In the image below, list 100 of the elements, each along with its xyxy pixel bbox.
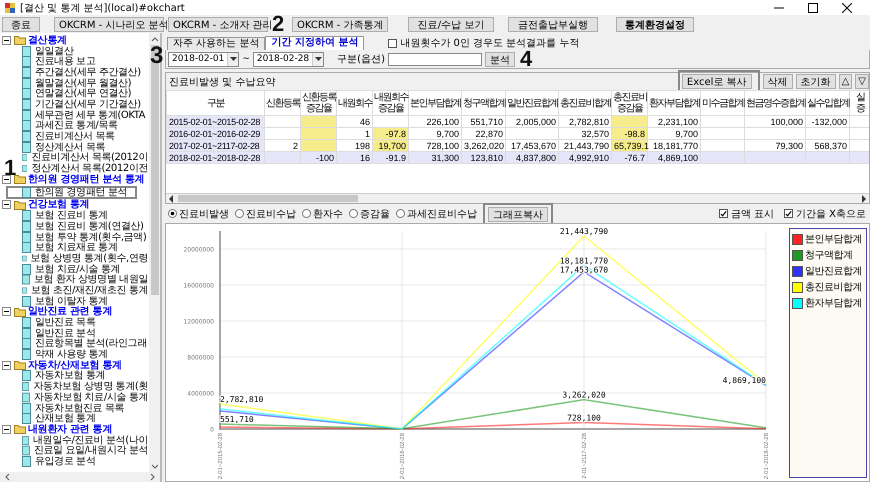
tree-item[interactable]: 보험 치료재료 통계 xyxy=(35,242,118,254)
toolbar-button[interactable]: 진료/수납 보기 xyxy=(408,16,494,32)
tree-item[interactable]: 정산계산서 목록 xyxy=(35,142,105,153)
tree-item[interactable]: 진료일 요일/내원시각 분석 xyxy=(34,445,148,456)
tree-item[interactable]: 월말결산(세무 월결산) xyxy=(35,78,132,89)
column-header[interactable]: 현금영수증합계 xyxy=(744,90,806,116)
radio-button[interactable] xyxy=(168,209,177,218)
column-header[interactable]: 총진료비 증감율 xyxy=(612,90,648,116)
tree-item[interactable]: 자동차보험 상병명 통계(횟 xyxy=(33,381,148,392)
close-icon[interactable] xyxy=(842,2,852,12)
tree-item[interactable]: 진료비계산서 목록(2012이 xyxy=(31,152,148,164)
table-row[interactable]: 2015-02-01~2015-02-28 46 226,100 551,710 2,005,000 2,782,810 2,231,100 100,000 -132,000 xyxy=(166,116,869,128)
tree-group-label[interactable]: 내원환자 관련 통계 xyxy=(28,424,112,435)
tree-item[interactable]: 주간결산(세무 주간결산) xyxy=(35,66,141,78)
collapse-icon[interactable] xyxy=(2,424,11,434)
tree-item[interactable]: 보험 치료/시술 통계 xyxy=(35,264,120,275)
table-row[interactable]: 2018-02-01~2018-02-28 -100 16 -91.9 31,300 123,810 4,837,800 4,992,910 -76.7 4,869,100 xyxy=(166,152,869,164)
column-header[interactable]: 총진료비합계 xyxy=(558,90,612,116)
collapse-icon[interactable] xyxy=(2,360,11,370)
radio-button[interactable] xyxy=(349,209,358,218)
category-input[interactable] xyxy=(388,52,482,66)
tree-item[interactable]: 진료내용 보고 xyxy=(35,56,96,68)
tree-item[interactable]: 보험 상병명 통계(횟수,연령 xyxy=(30,252,148,264)
tree-item[interactable]: 진료비계산서 목록 xyxy=(35,131,115,142)
dropdown-arrow-icon[interactable] xyxy=(314,57,322,61)
date-picker[interactable]: 2018-02-28 xyxy=(252,52,324,66)
dropdown-arrow-icon[interactable] xyxy=(230,57,237,61)
radio-label[interactable]: 진료비수납 xyxy=(246,206,296,220)
horizontal-scrollbar[interactable] xyxy=(166,193,869,203)
tree-item[interactable]: 연말결산(세무 연결산) xyxy=(35,88,132,100)
collapse-icon[interactable] xyxy=(2,36,11,45)
checkbox[interactable] xyxy=(784,209,793,218)
tree-item[interactable]: 보험 진료비 통계(연결산) xyxy=(35,220,144,232)
table-button[interactable]: ▽ xyxy=(855,74,869,89)
maximize-icon[interactable] xyxy=(808,2,818,12)
radio-label[interactable]: 과세진료비수납 xyxy=(407,206,477,220)
tree-item[interactable]: 과세진료 통계/목록 xyxy=(35,120,118,132)
collapse-icon[interactable] xyxy=(2,174,11,184)
column-header[interactable]: 신환등록 xyxy=(264,90,300,116)
column-header[interactable]: 환자부담합계 xyxy=(648,90,700,116)
tree-item[interactable]: 진료항목별 분석(라인그래 xyxy=(35,338,147,350)
tree-item[interactable]: 보험 초진/재진/재초진 통계 xyxy=(30,284,148,296)
tree-item[interactable]: 일일결산 xyxy=(35,46,74,57)
column-header[interactable]: 구분 xyxy=(166,90,264,116)
tree-item[interactable]: 보험 진료비 통계 xyxy=(35,210,108,222)
left-arrow-icon[interactable] xyxy=(168,194,174,202)
column-header[interactable]: 내원회수 xyxy=(336,90,372,116)
toolbar-button[interactable]: 종료 xyxy=(2,16,40,32)
column-header[interactable]: 미수금합계 xyxy=(700,90,744,116)
toolbar-button[interactable]: 통계환경설정 xyxy=(616,16,694,32)
date-picker[interactable]: 2018-02-01 xyxy=(168,52,240,66)
column-header[interactable]: 신환등록 증감율 xyxy=(300,90,336,116)
tree-group-label[interactable]: 건강보험 통계 xyxy=(28,199,90,210)
checkbox[interactable] xyxy=(718,209,728,218)
tree-item[interactable]: 약재 사용량 통계 xyxy=(35,349,108,360)
tree-group-label[interactable]: 한의원 경영패턴 분석 통계 xyxy=(28,174,144,185)
tree-item[interactable]: 유입경로 분석 xyxy=(35,456,96,467)
right-arrow-icon[interactable] xyxy=(861,194,867,202)
tree-group-label[interactable]: 자동차/산재보험 통계 xyxy=(28,360,122,371)
tab[interactable]: 기간 지정하여 분석 xyxy=(265,36,364,50)
radio-button[interactable] xyxy=(235,209,244,218)
toolbar-button[interactable]: OKCRM - 가족통계 xyxy=(292,16,388,32)
tree-item[interactable]: 산재보험 통계 xyxy=(35,413,96,424)
tree-item[interactable]: 세무관련 세무 통계(OKTA xyxy=(35,110,146,121)
analyze-button[interactable]: 분석 xyxy=(484,52,515,66)
checkbox[interactable] xyxy=(388,38,398,48)
radio-label[interactable]: 증감율 xyxy=(360,206,390,220)
table-button[interactable]: △ xyxy=(838,74,852,89)
collapse-icon[interactable] xyxy=(2,307,11,316)
tree-group-label[interactable]: 일반진료 관련 통계 xyxy=(28,306,112,318)
scroll-thumb[interactable] xyxy=(178,195,358,202)
table-row[interactable]: 2016-02-01~2016-02-29 1 -97.8 9,700 22,870 32,570 -98.8 9,700 xyxy=(166,128,869,140)
tree-item[interactable]: 보험 투약 통계(횟수,금액) xyxy=(35,232,146,243)
table-button[interactable]: 삭제 xyxy=(762,74,793,89)
tab[interactable]: 자주 사용하는 분석 xyxy=(167,37,266,50)
column-header[interactable]: 일반진료합계 xyxy=(506,90,558,116)
column-header[interactable]: 실수입합계 xyxy=(806,90,850,116)
tree-item[interactable]: 자동차보험 통계 xyxy=(35,370,105,382)
toolbar-button[interactable]: 금전출납부실행 xyxy=(508,16,598,32)
horizontal-scrollbar[interactable] xyxy=(0,472,160,482)
radio-button[interactable] xyxy=(302,209,311,218)
column-header[interactable]: 실 증 xyxy=(850,90,869,116)
tree-item[interactable]: 보험 이탈자 통계 xyxy=(35,296,108,307)
tree-item[interactable]: 내원일수/진료비 분석(나이 xyxy=(33,434,148,446)
tree-group-label[interactable]: 결산통계 xyxy=(28,34,67,46)
column-header[interactable]: 내원회수 증감율 xyxy=(372,90,408,116)
radio-label[interactable]: 환자수 xyxy=(313,206,343,220)
table-button[interactable]: 초기화 xyxy=(796,74,836,89)
table-button[interactable]: Excel로 복사 xyxy=(682,74,752,89)
copy-graph-button[interactable]: 그래프복사 xyxy=(488,207,548,222)
column-header[interactable]: 청구액합계 xyxy=(462,90,506,116)
tree-item[interactable]: 일반진료 분석 xyxy=(35,328,96,339)
tree-item[interactable]: 자동차보험 치료/시술 통계 xyxy=(34,392,148,403)
radio-label[interactable]: 진료비발생 xyxy=(179,206,229,220)
tree-item[interactable]: 기간결산(세무 기간결산) xyxy=(35,98,141,110)
radio-button[interactable] xyxy=(396,209,405,218)
tree-item[interactable]: 정산계산서 목록(2012이전 xyxy=(31,163,148,174)
column-header[interactable]: 본인부담합계 xyxy=(408,90,462,116)
tree-item[interactable]: 보험 환자 상병명별 내원일 xyxy=(34,274,148,286)
collapse-icon[interactable] xyxy=(2,200,11,210)
